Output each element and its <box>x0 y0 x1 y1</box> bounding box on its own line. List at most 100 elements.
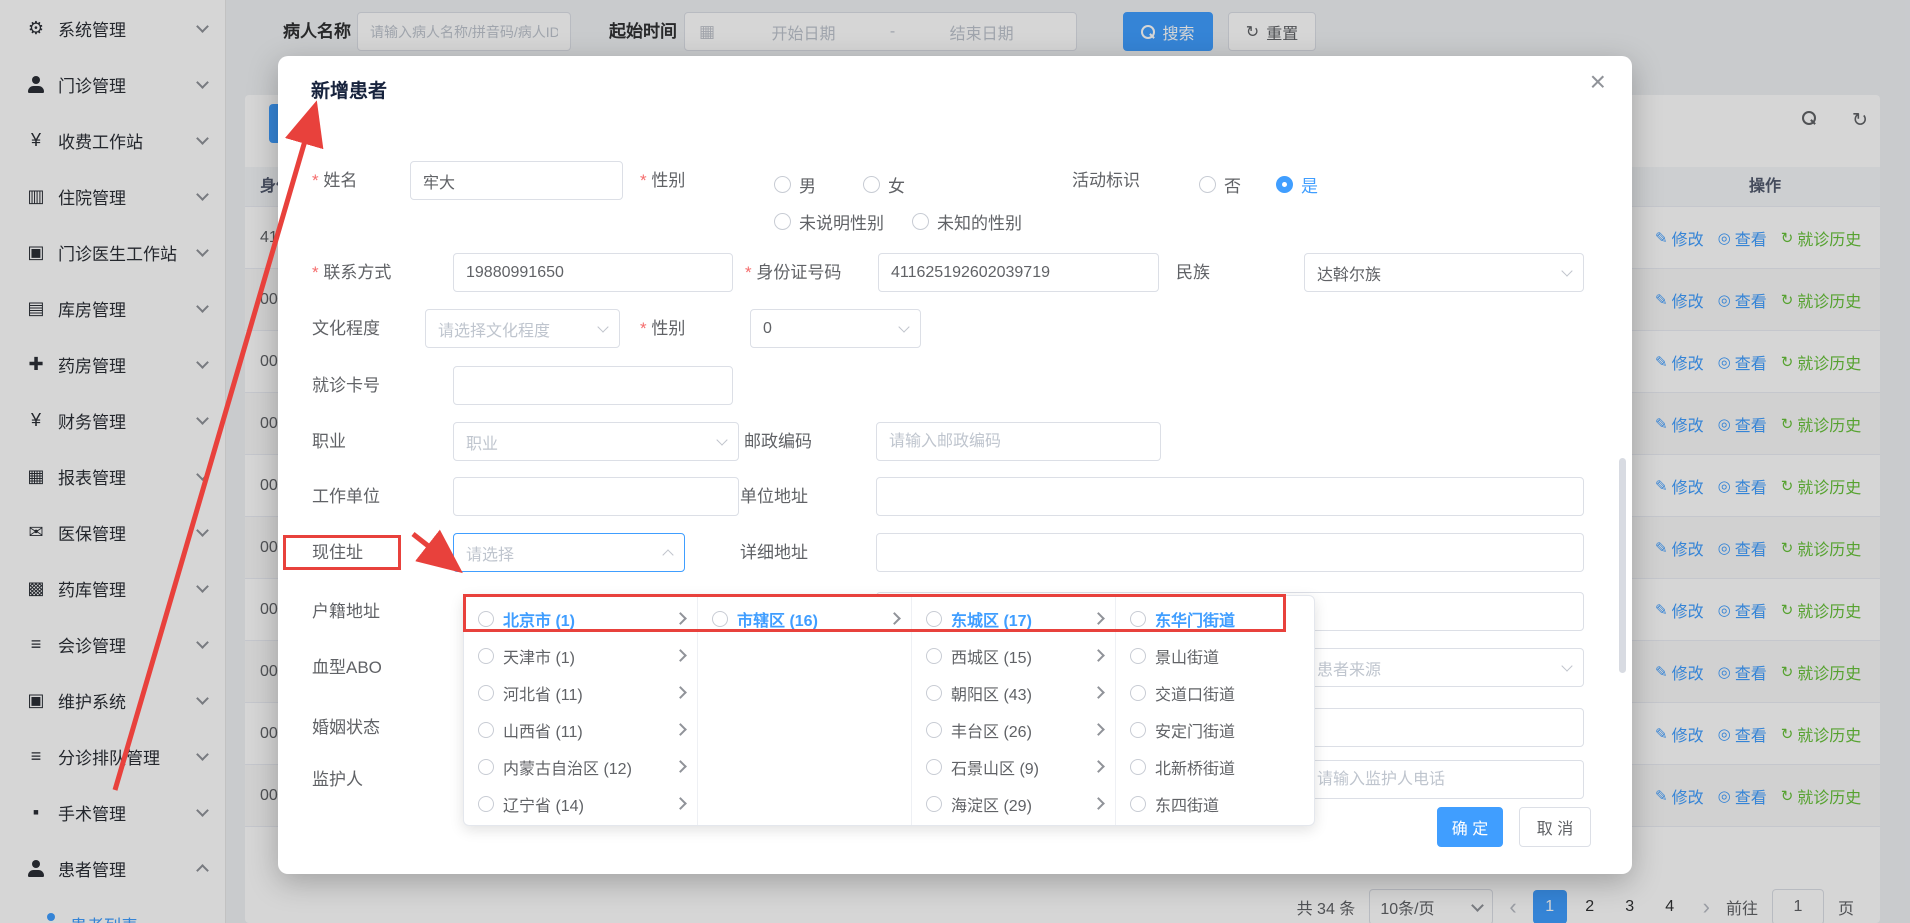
name-input[interactable] <box>410 161 623 200</box>
work-unit-label: 工作单位 <box>312 477 380 516</box>
guardian-phone-input[interactable] <box>1304 760 1584 799</box>
gender-radio-female[interactable]: 女 <box>863 172 905 197</box>
id-number-label: 身份证号码 <box>745 253 841 292</box>
cascader-option[interactable]: 辽宁省 (14) <box>464 785 697 822</box>
radio-icon <box>926 685 942 701</box>
postal-code-label: 邮政编码 <box>744 422 812 461</box>
cascader-option[interactable]: 东城区 (17) <box>912 600 1115 637</box>
occupation-label: 职业 <box>312 422 346 461</box>
active-flag-option-label: 是 <box>1301 172 1318 197</box>
gender-select-value: 0 <box>763 320 772 338</box>
work-unit-input[interactable] <box>453 477 739 516</box>
gender-radio-unknown[interactable]: 未知的性别 <box>912 209 1022 234</box>
cascader-option[interactable]: 海淀区 (29) <box>912 785 1115 822</box>
radio-icon <box>1130 759 1146 775</box>
radio-icon <box>1199 176 1216 193</box>
ethnicity-label: 民族 <box>1176 253 1210 292</box>
radio-icon <box>478 611 494 627</box>
cascader-option[interactable]: 朝阳区 (43) <box>912 674 1115 711</box>
detail-address-input[interactable] <box>876 533 1584 572</box>
radio-icon <box>926 796 942 812</box>
cascader-option-label: 山西省 (11) <box>503 718 667 742</box>
active-flag-radio-yes[interactable]: 是 <box>1276 172 1318 197</box>
radio-icon <box>774 213 791 230</box>
education-placeholder: 请选择文化程度 <box>438 317 550 341</box>
patient-source-placeholder: 患者来源 <box>1317 656 1381 680</box>
cascader-option[interactable]: 山西省 (11) <box>464 711 697 748</box>
radio-icon <box>912 213 929 230</box>
education-select[interactable]: 请选择文化程度 <box>425 309 620 348</box>
cascader-option-label: 东华门街道 <box>1155 607 1302 631</box>
chevron-right-icon <box>1092 612 1105 625</box>
blood-type-label: 血型ABO <box>312 648 382 687</box>
cascader-option-label: 河北省 (11) <box>503 681 667 705</box>
cascader-option[interactable]: 安定门街道 <box>1116 711 1314 748</box>
chevron-right-icon <box>674 686 687 699</box>
occupation-placeholder: 职业 <box>466 430 498 454</box>
registered-address-label: 户籍地址 <box>312 592 380 631</box>
chevron-right-icon <box>1092 649 1105 662</box>
patient-source-select[interactable]: 患者来源 <box>1304 648 1584 687</box>
postal-code-input[interactable] <box>876 422 1161 461</box>
close-icon[interactable]: × <box>1590 68 1606 96</box>
contact-input[interactable] <box>453 253 733 292</box>
cascader-option[interactable]: 市辖区 (16) <box>698 600 911 637</box>
radio-icon <box>926 611 942 627</box>
radio-icon <box>926 722 942 738</box>
cascader-option[interactable]: 丰台区 (26) <box>912 711 1115 748</box>
cascader-option[interactable]: 天津市 (1) <box>464 637 697 674</box>
cascader-option[interactable]: 西城区 (15) <box>912 637 1115 674</box>
current-address-select[interactable]: 请选择 <box>453 533 685 572</box>
marital-status-right-input[interactable] <box>1304 708 1584 747</box>
confirm-button[interactable]: 确 定 <box>1437 807 1503 847</box>
cascader-option[interactable]: 交道口街道 <box>1116 674 1314 711</box>
radio-icon <box>478 648 494 664</box>
chevron-right-icon <box>1092 760 1105 773</box>
radio-icon <box>774 176 791 193</box>
cascader-option-label: 市辖区 (16) <box>737 607 881 631</box>
active-flag-radio-no[interactable]: 否 <box>1199 172 1241 197</box>
radio-icon <box>1130 685 1146 701</box>
cascader-option[interactable]: 东四街道 <box>1116 785 1314 822</box>
current-address-label: 现住址 <box>312 533 363 572</box>
gender-radio-male[interactable]: 男 <box>774 172 816 197</box>
cascader-option[interactable]: 河北省 (11) <box>464 674 697 711</box>
card-no-input[interactable] <box>453 366 733 405</box>
chevron-down-icon <box>716 434 727 445</box>
radio-icon <box>478 685 494 701</box>
cascader-option-label: 辽宁省 (14) <box>503 792 667 816</box>
id-number-input[interactable] <box>878 253 1159 292</box>
cascader-option-label: 海淀区 (29) <box>951 792 1085 816</box>
chevron-right-icon <box>1092 686 1105 699</box>
radio-icon <box>478 759 494 775</box>
cascader-option-label: 西城区 (15) <box>951 644 1085 668</box>
cancel-button[interactable]: 取 消 <box>1519 807 1591 847</box>
gender-radio-unspecified[interactable]: 未说明性别 <box>774 209 884 234</box>
detail-address-label: 详细地址 <box>740 533 808 572</box>
chevron-down-icon <box>1561 265 1572 276</box>
unit-address-input[interactable] <box>876 477 1584 516</box>
radio-icon <box>478 722 494 738</box>
radio-icon <box>712 611 728 627</box>
add-patient-modal: 新增患者 × 姓名 性别 男 女 活动标识 否 是 未说明性别 未知的性别 联系… <box>278 56 1632 874</box>
chevron-down-icon <box>898 321 909 332</box>
chevron-right-icon <box>1092 723 1105 736</box>
radio-icon <box>1130 611 1146 627</box>
occupation-select[interactable]: 职业 <box>453 422 739 461</box>
chevron-down-icon <box>1561 660 1572 671</box>
radio-icon <box>1130 722 1146 738</box>
chevron-right-icon <box>1092 797 1105 810</box>
gender-select[interactable]: 0 <box>750 309 921 348</box>
ethnicity-select[interactable]: 达斡尔族 <box>1304 253 1584 292</box>
cascader-option[interactable]: 景山街道 <box>1116 637 1314 674</box>
cascader-option[interactable]: 北京市 (1) <box>464 600 697 637</box>
modal-scrollbar[interactable] <box>1619 458 1626 673</box>
education-label: 文化程度 <box>312 309 380 348</box>
cascader-option[interactable]: 石景山区 (9) <box>912 748 1115 785</box>
radio-icon <box>863 176 880 193</box>
cascader-option-label: 交道口街道 <box>1155 681 1302 705</box>
cascader-option[interactable]: 东华门街道 <box>1116 600 1314 637</box>
cascader-option-label: 北京市 (1) <box>503 607 667 631</box>
cascader-option[interactable]: 内蒙古自治区 (12) <box>464 748 697 785</box>
cascader-option[interactable]: 北新桥街道 <box>1116 748 1314 785</box>
